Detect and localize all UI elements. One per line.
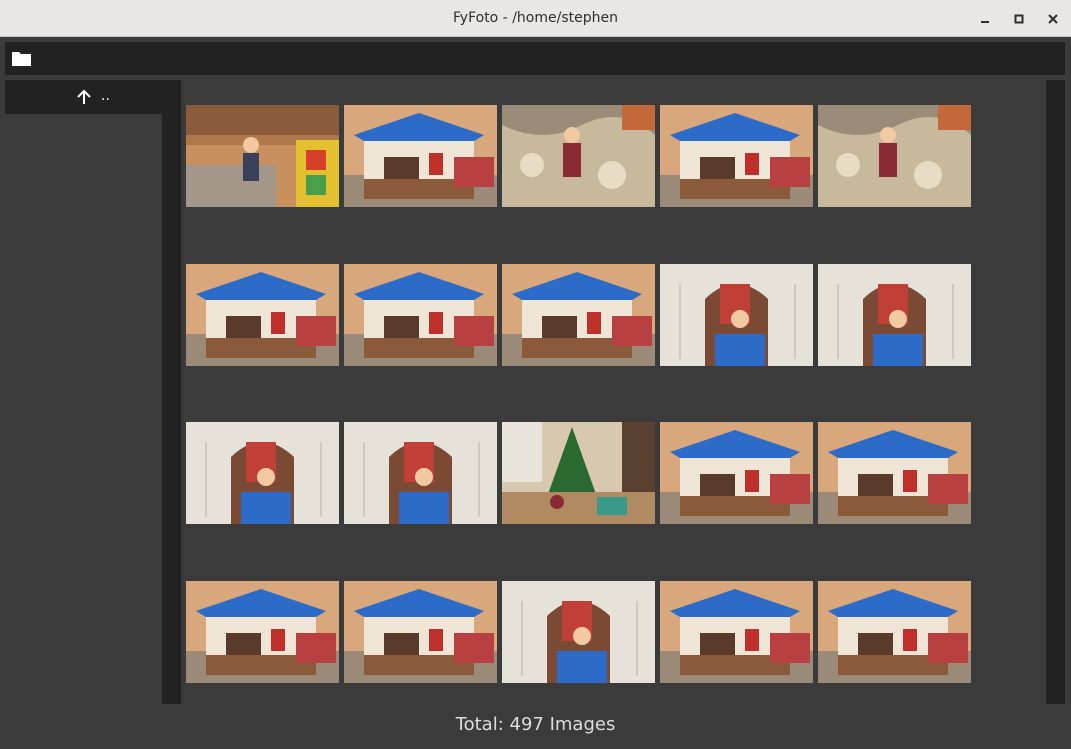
- photo-thumbnail: [502, 263, 655, 366]
- thumbnail-image[interactable]: [186, 263, 339, 366]
- photo-thumbnail: [502, 580, 655, 683]
- photo-thumbnail: [660, 263, 813, 366]
- thumbnail-image[interactable]: [502, 263, 655, 366]
- photo-thumbnail: [186, 580, 339, 683]
- minimize-button[interactable]: [974, 8, 996, 30]
- photo-thumbnail: [818, 263, 971, 366]
- thumbnail-image[interactable]: [660, 263, 813, 366]
- photo-thumbnail: [186, 105, 339, 207]
- photo-thumbnail: [660, 580, 813, 683]
- photo-thumbnail: [186, 422, 339, 524]
- thumbnail-image[interactable]: [660, 105, 813, 207]
- window-title: FyFoto - /home/stephen: [453, 10, 618, 26]
- grid-scrollbar[interactable]: [1046, 80, 1065, 704]
- parent-directory-item[interactable]: ..: [5, 80, 181, 114]
- grid-left-border: [162, 80, 181, 704]
- thumbnail-image[interactable]: [818, 422, 971, 524]
- toolbar: [5, 42, 1065, 75]
- directory-sidebar: ..: [5, 80, 181, 704]
- thumbnail-image[interactable]: [344, 422, 497, 524]
- photo-thumbnail: [344, 263, 497, 366]
- thumbnail-image[interactable]: [502, 105, 655, 207]
- thumbnail-image[interactable]: [818, 263, 971, 366]
- open-folder-button[interactable]: [11, 49, 33, 69]
- photo-thumbnail: [660, 105, 813, 207]
- parent-directory-label: ..: [101, 88, 110, 104]
- app-body: .. Total: 497 Images: [0, 38, 1071, 749]
- status-total: Total: 497 Images: [455, 714, 616, 735]
- photo-thumbnail: [344, 422, 497, 524]
- photo-thumbnail: [344, 105, 497, 207]
- thumbnail-image[interactable]: [344, 263, 497, 366]
- close-button[interactable]: [1042, 8, 1064, 30]
- folder-icon: [12, 52, 31, 66]
- maximize-icon: [1014, 14, 1024, 24]
- photo-thumbnail: [818, 580, 971, 683]
- photo-thumbnail: [186, 263, 339, 366]
- minimize-icon: [981, 21, 989, 23]
- thumbnail-image[interactable]: [344, 580, 497, 683]
- arrow-up-icon: [77, 89, 91, 104]
- photo-thumbnail: [344, 580, 497, 683]
- photo-thumbnail: [818, 422, 971, 524]
- thumbnail-image[interactable]: [186, 580, 339, 683]
- thumbnail-image[interactable]: [502, 580, 655, 683]
- thumbnail-image[interactable]: [818, 105, 971, 207]
- photo-thumbnail: [502, 105, 655, 207]
- thumbnail-image[interactable]: [186, 105, 339, 207]
- thumbnail-image[interactable]: [660, 422, 813, 524]
- thumbnail-image[interactable]: [818, 580, 971, 683]
- thumbnail-image[interactable]: [344, 105, 497, 207]
- photo-thumbnail: [660, 422, 813, 524]
- photo-thumbnail: [502, 422, 655, 524]
- thumbnail-image[interactable]: [502, 422, 655, 524]
- title-bar: FyFoto - /home/stephen: [0, 0, 1071, 37]
- photo-thumbnail: [818, 105, 971, 207]
- close-icon: [1048, 14, 1058, 24]
- thumbnail-image[interactable]: [186, 422, 339, 524]
- thumbnail-image[interactable]: [660, 580, 813, 683]
- maximize-button[interactable]: [1008, 8, 1030, 30]
